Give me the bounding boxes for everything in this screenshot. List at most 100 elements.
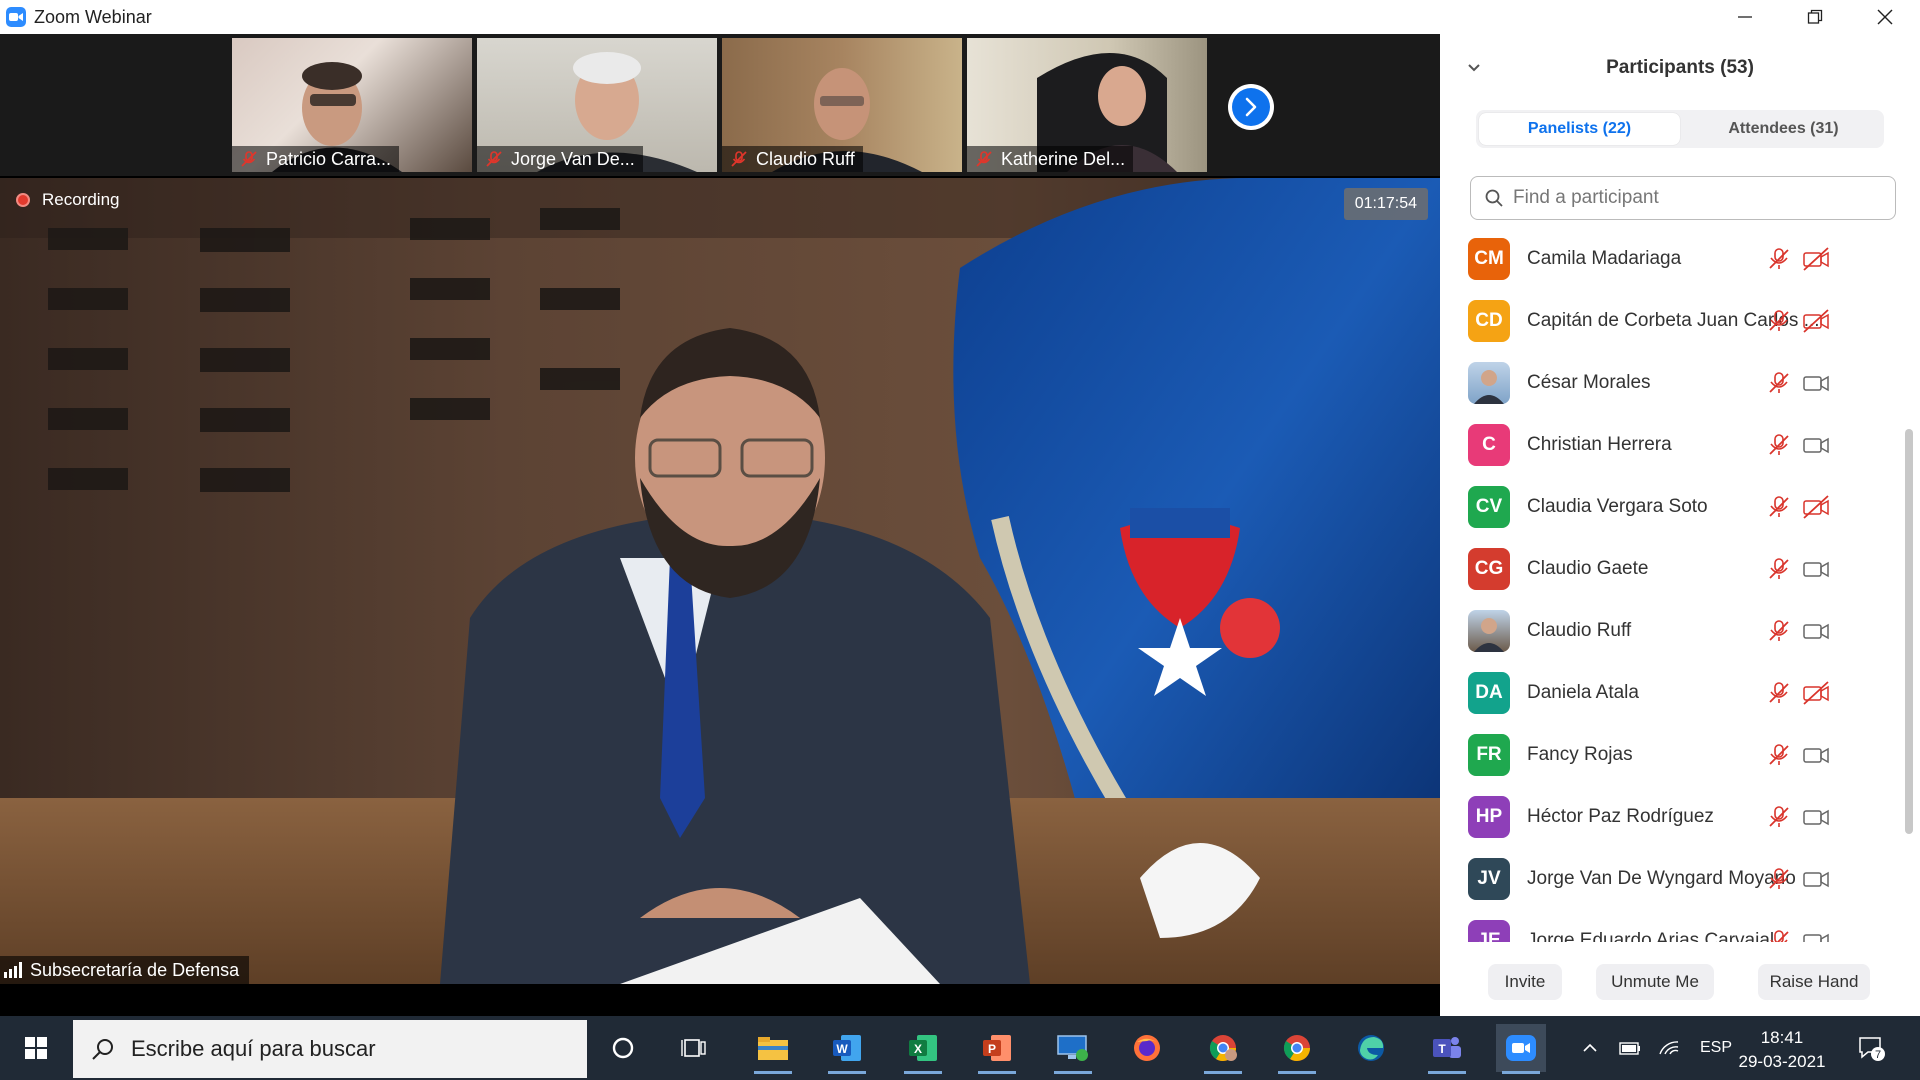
avatar: CD — [1468, 300, 1510, 342]
participant-search[interactable] — [1470, 176, 1896, 220]
video-icon[interactable] — [1802, 432, 1830, 458]
participant-row[interactable]: Claudio Ruff — [1440, 600, 1900, 662]
main-speaker-video[interactable]: Recording 01:17:54 Subsecretaría de Defe… — [0, 178, 1440, 984]
next-page-button[interactable] — [1228, 84, 1274, 130]
scrollbar[interactable] — [1905, 429, 1913, 834]
meeting-timer: 01:17:54 — [1343, 188, 1428, 220]
mic-muted-icon[interactable] — [1766, 804, 1792, 830]
cortana-icon[interactable] — [598, 1024, 648, 1072]
video-off-icon[interactable] — [1802, 680, 1830, 706]
participant-row[interactable]: César Morales — [1440, 352, 1900, 414]
firefox-icon[interactable] — [1122, 1024, 1172, 1072]
video-icon[interactable] — [1802, 556, 1830, 582]
battery-icon[interactable] — [1618, 1038, 1642, 1058]
video-off-icon[interactable] — [1802, 246, 1830, 272]
minimize-icon[interactable] — [1710, 0, 1780, 34]
tab-attendees[interactable]: Attendees (31) — [1683, 110, 1884, 148]
mic-muted-icon[interactable] — [1766, 370, 1792, 396]
word-icon[interactable]: W — [822, 1024, 872, 1074]
search-input[interactable] — [1511, 186, 1875, 210]
avatar — [1468, 362, 1510, 404]
mic-muted-icon[interactable] — [1766, 866, 1792, 892]
wifi-icon[interactable] — [1658, 1038, 1682, 1058]
windows-start-icon[interactable] — [0, 1016, 72, 1080]
thumbnail-name: Patricio Carra... — [232, 146, 400, 172]
tab-panelists[interactable]: Panelists (22) — [1479, 113, 1680, 145]
excel-icon[interactable]: X — [898, 1024, 948, 1074]
close-icon[interactable] — [1850, 0, 1920, 34]
video-icon[interactable] — [1802, 928, 1830, 942]
participant-tabs: Panelists (22) Attendees (31) — [1476, 110, 1884, 148]
video-thumbnail[interactable]: Claudio Ruff — [722, 38, 962, 172]
unmute-me-button[interactable]: Unmute Me — [1596, 964, 1714, 1000]
participant-row[interactable]: JE Jorge Eduardo Arias Carvajal — [1440, 910, 1900, 942]
avatar: JE — [1468, 920, 1510, 942]
powerpoint-icon[interactable]: P — [972, 1024, 1022, 1074]
clock-time: 18:41 — [1760, 1028, 1804, 1047]
participant-name: Camila Madariaga — [1527, 248, 1682, 269]
notification-center[interactable]: 7 — [1856, 1016, 1886, 1080]
mic-muted-icon[interactable] — [1766, 432, 1792, 458]
mic-muted-icon — [976, 151, 992, 167]
mic-muted-icon[interactable] — [1766, 494, 1792, 520]
participant-name: Daniela Atala — [1527, 682, 1639, 703]
video-thumbnail[interactable]: Jorge Van De... — [477, 38, 717, 172]
video-icon[interactable] — [1802, 618, 1830, 644]
remote-desktop-icon[interactable] — [1048, 1024, 1098, 1074]
mic-muted-icon[interactable] — [1766, 246, 1792, 272]
video-thumbnail[interactable]: Katherine Del... — [967, 38, 1207, 172]
participant-row[interactable]: CG Claudio Gaete — [1440, 538, 1900, 600]
participant-name: Christian Herrera — [1527, 434, 1672, 455]
participants-panel: Participants (53) Panelists (22) Attende… — [1440, 34, 1920, 1016]
participant-row[interactable]: CM Camila Madariaga — [1440, 228, 1900, 290]
restore-icon[interactable] — [1780, 0, 1850, 34]
participant-row[interactable]: FR Fancy Rojas — [1440, 724, 1900, 786]
participant-row[interactable]: CV Claudia Vergara Soto — [1440, 476, 1900, 538]
video-off-icon[interactable] — [1802, 494, 1830, 520]
mic-muted-icon[interactable] — [1766, 618, 1792, 644]
raise-hand-button[interactable]: Raise Hand — [1758, 964, 1870, 1000]
clock-date: 29-03-2021 — [1738, 1052, 1826, 1071]
mic-muted-icon — [731, 151, 747, 167]
svg-text:P: P — [988, 1042, 996, 1056]
video-thumbnail[interactable]: Patricio Carra... — [232, 38, 472, 172]
search-icon — [92, 1039, 113, 1060]
participant-row[interactable]: CD Capitán de Corbeta Juan Carlos ... — [1440, 290, 1900, 352]
participant-row[interactable]: JV Jorge Van De Wyngard Moyano — [1440, 848, 1900, 910]
avatar: CG — [1468, 548, 1510, 590]
mic-muted-icon[interactable] — [1766, 556, 1792, 582]
chrome-profile-icon[interactable] — [1198, 1024, 1248, 1074]
mic-muted-icon[interactable] — [1766, 308, 1792, 334]
mic-muted-icon[interactable] — [1766, 680, 1792, 706]
edge-icon[interactable] — [1346, 1024, 1396, 1072]
avatar: CM — [1468, 238, 1510, 280]
video-icon[interactable] — [1802, 804, 1830, 830]
video-icon[interactable] — [1802, 370, 1830, 396]
window-title: Zoom Webinar — [34, 6, 152, 27]
chevron-up-icon[interactable] — [1580, 1038, 1600, 1058]
teams-icon[interactable]: T — [1422, 1024, 1472, 1074]
clock[interactable]: 18:41 29-03-2021 — [1722, 1026, 1842, 1074]
video-off-icon[interactable] — [1802, 308, 1830, 334]
mic-muted-icon[interactable] — [1766, 928, 1792, 942]
title-bar: Zoom Webinar — [0, 0, 1920, 34]
avatar: CV — [1468, 486, 1510, 528]
zoom-icon[interactable] — [1496, 1024, 1546, 1074]
participant-row[interactable]: DA Daniela Atala — [1440, 662, 1900, 724]
mic-muted-icon[interactable] — [1766, 742, 1792, 768]
panel-footer: Invite Unmute Me Raise Hand — [1440, 960, 1920, 1016]
chrome-icon[interactable] — [1272, 1024, 1322, 1074]
thumbnail-name: Katherine Del... — [967, 146, 1134, 172]
video-icon[interactable] — [1802, 742, 1830, 768]
chevron-down-icon[interactable] — [1466, 60, 1482, 76]
zoom-logo-icon — [6, 7, 26, 27]
task-view-icon[interactable] — [670, 1024, 720, 1072]
file-explorer-icon[interactable] — [748, 1024, 798, 1074]
taskbar-search[interactable]: Escribe aquí para buscar — [73, 1020, 587, 1078]
video-icon[interactable] — [1802, 866, 1830, 892]
participant-row[interactable]: HP Héctor Paz Rodríguez — [1440, 786, 1900, 848]
invite-button[interactable]: Invite — [1488, 964, 1562, 1000]
search-icon — [1485, 189, 1503, 207]
participant-name: Claudio Gaete — [1527, 558, 1649, 579]
participant-row[interactable]: C Christian Herrera — [1440, 414, 1900, 476]
